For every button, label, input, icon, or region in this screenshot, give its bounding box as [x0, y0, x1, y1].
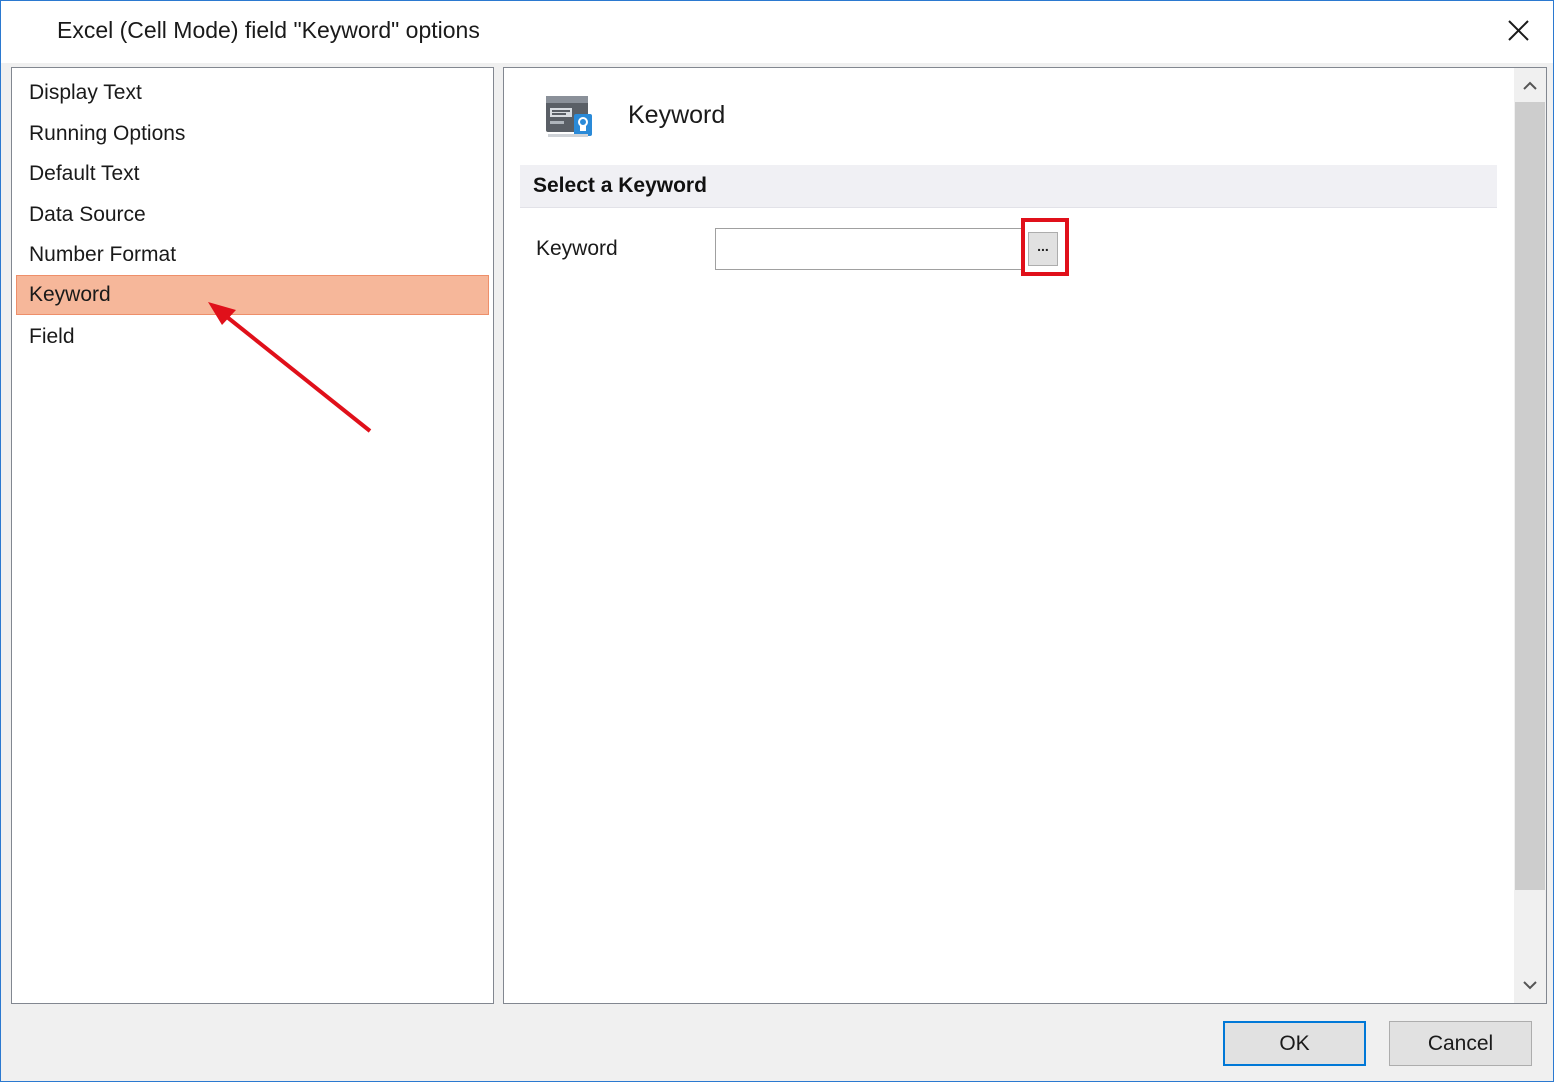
section-header: Select a Keyword — [520, 165, 1497, 208]
keyword-field-icon — [544, 94, 594, 140]
keyword-browse-button[interactable]: ... — [1028, 232, 1058, 266]
title-bar: Excel (Cell Mode) field "Keyword" option… — [1, 1, 1553, 63]
close-button[interactable] — [1501, 13, 1537, 49]
page-title: Keyword — [628, 101, 726, 129]
cancel-button[interactable]: Cancel — [1389, 1021, 1532, 1066]
close-icon — [1508, 20, 1529, 41]
keyword-input[interactable] — [715, 228, 1025, 270]
section-title: Select a Keyword — [533, 174, 707, 197]
sidebar-item-field[interactable]: Field — [16, 317, 489, 357]
options-category-list: Display Text Running Options Default Tex… — [11, 67, 494, 1004]
chevron-down-icon — [1523, 981, 1537, 990]
sidebar-item-running-options[interactable]: Running Options — [16, 114, 489, 154]
chevron-up-icon — [1523, 81, 1537, 90]
vertical-scrollbar[interactable] — [1514, 68, 1546, 1003]
scroll-up-button[interactable] — [1514, 68, 1546, 102]
scroll-thumb[interactable] — [1515, 102, 1545, 890]
options-content-panel: Keyword Select a Keyword Keyword ... — [503, 67, 1547, 1004]
options-dialog: Excel (Cell Mode) field "Keyword" option… — [0, 0, 1554, 1082]
ok-button[interactable]: OK — [1223, 1021, 1366, 1066]
sidebar-item-display-text[interactable]: Display Text — [16, 73, 489, 113]
sidebar-item-data-source[interactable]: Data Source — [16, 195, 489, 235]
keyword-label: Keyword — [536, 237, 618, 260]
scroll-down-button[interactable] — [1514, 969, 1546, 1003]
sidebar-item-keyword[interactable]: Keyword — [16, 275, 489, 315]
sidebar-item-number-format[interactable]: Number Format — [16, 235, 489, 275]
dialog-title: Excel (Cell Mode) field "Keyword" option… — [57, 17, 480, 43]
sidebar-item-default-text[interactable]: Default Text — [16, 154, 489, 194]
